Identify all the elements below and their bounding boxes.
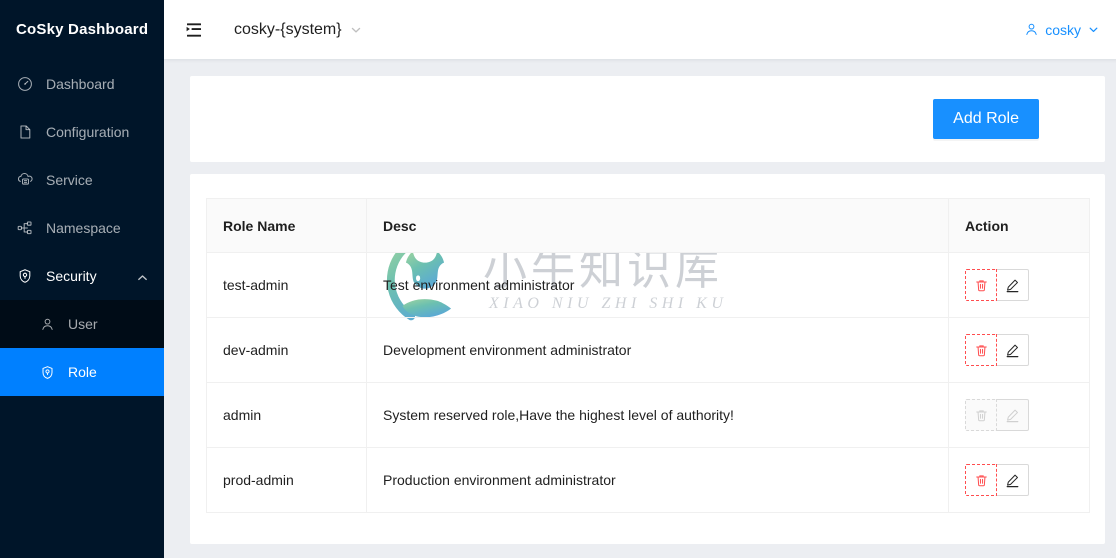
sidebar-item-namespace[interactable]: Namespace bbox=[0, 204, 164, 252]
cell-desc: Test environment administrator bbox=[366, 252, 949, 318]
sidebar-item-label: Configuration bbox=[46, 124, 130, 140]
column-header-desc: Desc bbox=[366, 198, 949, 253]
shield-icon bbox=[16, 267, 34, 285]
app-root: CoSky Dashboard Dashboard Configuration … bbox=[0, 0, 1116, 558]
roles-table: Role Name Desc Action test-admin Test en… bbox=[206, 198, 1090, 513]
chevron-down-icon bbox=[1088, 24, 1099, 35]
delete-role-button[interactable] bbox=[965, 334, 997, 366]
table-row: dev-admin Development environment admini… bbox=[206, 317, 1090, 383]
file-icon bbox=[16, 123, 34, 141]
edit-role-button bbox=[997, 399, 1029, 431]
user-menu[interactable]: cosky bbox=[1024, 22, 1099, 38]
table-row: prod-admin Production environment admini… bbox=[206, 447, 1090, 513]
sidebar-item-role[interactable]: Role bbox=[0, 348, 164, 396]
chevron-down-icon bbox=[350, 24, 362, 36]
user-icon bbox=[38, 315, 56, 333]
menu-fold-icon[interactable] bbox=[182, 18, 206, 42]
system-selector[interactable]: cosky-{system} bbox=[234, 21, 362, 39]
sidebar-item-label: Role bbox=[68, 364, 97, 380]
toolbar-card: Add Role bbox=[190, 76, 1105, 162]
sidebar-item-service[interactable]: Service bbox=[0, 156, 164, 204]
cell-role-name: dev-admin bbox=[206, 317, 367, 383]
table-head: Role Name Desc Action bbox=[206, 198, 1090, 253]
table-header-row: Role Name Desc Action bbox=[206, 198, 1090, 253]
user-icon bbox=[1024, 22, 1039, 37]
action-button-group bbox=[965, 269, 1073, 301]
cell-desc: Development environment administrator bbox=[366, 317, 949, 383]
delete-role-button bbox=[965, 399, 997, 431]
user-menu-label: cosky bbox=[1045, 21, 1081, 38]
cell-desc: Production environment administrator bbox=[366, 447, 949, 513]
cell-desc: System reserved role,Have the highest le… bbox=[366, 382, 949, 448]
topbar: cosky-{system} cosky bbox=[164, 0, 1116, 59]
cell-action bbox=[948, 447, 1090, 513]
shield-icon bbox=[38, 363, 56, 381]
action-button-group bbox=[965, 464, 1073, 496]
sidebar-item-configuration[interactable]: Configuration bbox=[0, 108, 164, 156]
cell-role-name: prod-admin bbox=[206, 447, 367, 513]
cell-role-name: admin bbox=[206, 382, 367, 448]
sidebar-item-dashboard[interactable]: Dashboard bbox=[0, 60, 164, 108]
action-button-group bbox=[965, 334, 1073, 366]
roles-table-card: 小牛知识库 XIAO NIU ZHI SHI KU Role Name Desc… bbox=[190, 174, 1105, 544]
sitemap-icon bbox=[16, 219, 34, 237]
add-role-button[interactable]: Add Role bbox=[933, 99, 1039, 139]
sidebar-menu: Dashboard Configuration Service Namespac… bbox=[0, 59, 164, 396]
column-header-action: Action bbox=[948, 198, 1090, 253]
edit-role-button[interactable] bbox=[997, 334, 1029, 366]
dashboard-icon bbox=[16, 75, 34, 93]
delete-role-button[interactable] bbox=[965, 269, 997, 301]
sidebar-item-label: User bbox=[68, 316, 98, 332]
cloud-server-icon bbox=[16, 171, 34, 189]
edit-role-button[interactable] bbox=[997, 464, 1029, 496]
table-row: admin System reserved role,Have the high… bbox=[206, 382, 1090, 448]
sidebar-item-label: Dashboard bbox=[46, 76, 115, 92]
edit-role-button[interactable] bbox=[997, 269, 1029, 301]
sidebar-item-label: Security bbox=[46, 268, 97, 284]
main-area: cosky-{system} cosky Add Role 小牛知识库 XIAO… bbox=[164, 0, 1116, 558]
system-selector-label: cosky-{system} bbox=[234, 20, 342, 38]
cell-action bbox=[948, 317, 1090, 383]
cell-role-name: test-admin bbox=[206, 252, 367, 318]
sidebar-item-label: Service bbox=[46, 172, 93, 188]
chevron-up-icon bbox=[137, 271, 148, 282]
sidebar-item-security[interactable]: Security bbox=[0, 252, 164, 300]
sidebar-item-user[interactable]: User bbox=[0, 300, 164, 348]
table-body: test-admin Test environment administrato… bbox=[206, 252, 1090, 513]
action-button-group bbox=[965, 399, 1073, 431]
sidebar-item-label: Namespace bbox=[46, 220, 121, 236]
sidebar: CoSky Dashboard Dashboard Configuration … bbox=[0, 0, 164, 558]
brand-title: CoSky Dashboard bbox=[16, 21, 149, 38]
table-row: test-admin Test environment administrato… bbox=[206, 252, 1090, 318]
column-header-role-name: Role Name bbox=[206, 198, 367, 253]
cell-action bbox=[948, 252, 1090, 318]
delete-role-button[interactable] bbox=[965, 464, 997, 496]
cell-action bbox=[948, 382, 1090, 448]
content-area: Add Role 小牛知识库 XIAO NIU ZHI SHI KU Role … bbox=[164, 59, 1116, 558]
sidebar-submenu-security: User Role bbox=[0, 300, 164, 396]
